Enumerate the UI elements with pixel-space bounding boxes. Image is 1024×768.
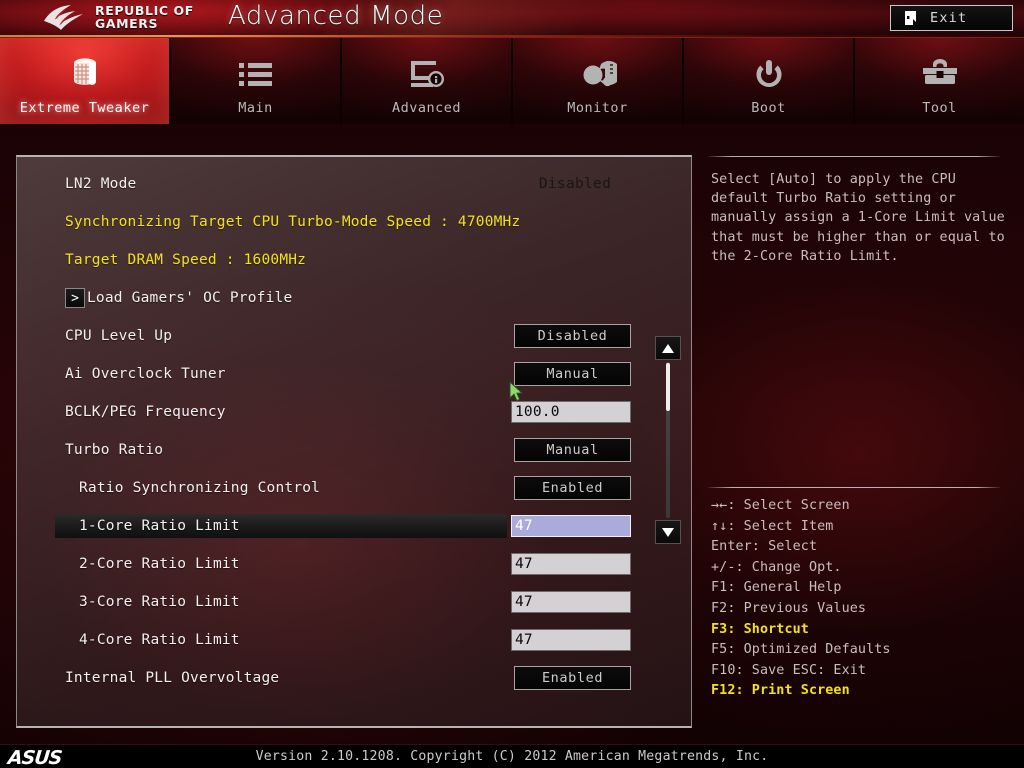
- tab-label: Advanced: [391, 100, 462, 116]
- help-divider-top: [708, 156, 1000, 157]
- legend-item: ↑↓: Select Item: [711, 518, 834, 534]
- gauge-thermometer-icon: [579, 54, 617, 94]
- setting-value-button[interactable]: Disabled: [514, 324, 631, 348]
- status-bar: ASUS Version 2.10.1208. Copyright (C) 20…: [0, 744, 1024, 768]
- legend-item: F5: Optimized Defaults: [711, 642, 891, 658]
- settings-scrollbar[interactable]: [655, 336, 681, 544]
- info-text: Target DRAM Speed : 1600MHz: [65, 252, 307, 268]
- help-panel: Select [Auto] to apply the CPU default T…: [700, 150, 1010, 728]
- tab-label: Monitor: [567, 100, 628, 116]
- setting-label: Turbo Ratio: [65, 442, 164, 458]
- legend-item: Enter: Select: [711, 539, 818, 555]
- setting-row-ratio-synchronizing-control[interactable]: Ratio Synchronizing Control Enabled: [17, 469, 691, 507]
- main-tab-bar: Extreme Tweaker Main Advanced Monitor Bo…: [0, 38, 1024, 124]
- help-divider-middle: [708, 487, 1000, 488]
- exit-door-icon: [905, 11, 916, 25]
- legend-item: F10: Save ESC: Exit: [711, 662, 867, 678]
- setting-value-button[interactable]: Enabled: [514, 476, 631, 500]
- setting-value-static: Disabled: [538, 176, 612, 192]
- tab-boot[interactable]: Boot: [684, 38, 855, 124]
- tab-label: Boot: [751, 100, 786, 116]
- legend-item: +/-: Change Opt.: [711, 559, 842, 575]
- setting-row-ln2-mode[interactable]: LN2 Mode Disabled: [17, 165, 691, 203]
- legend-item: F1: General Help: [711, 580, 842, 596]
- setting-row-internal-pll-overvoltage[interactable]: Internal PLL Overvoltage Enabled: [17, 659, 691, 697]
- scroll-down-button[interactable]: [655, 520, 681, 544]
- version-text: Version 2.10.1208. Copyright (C) 2012 Am…: [255, 749, 769, 764]
- setting-value-button[interactable]: Manual: [514, 362, 631, 386]
- power-icon: [753, 54, 785, 94]
- setting-label: Internal PLL Overvoltage: [65, 670, 280, 686]
- setting-value-button[interactable]: Manual: [514, 438, 631, 462]
- setting-label: Load Gamers' OC Profile: [87, 290, 293, 306]
- legend-item: →←: Select Screen: [711, 498, 850, 513]
- overclock-coil-icon: [65, 54, 105, 94]
- tab-main[interactable]: Main: [171, 38, 342, 124]
- setting-row-4-core-ratio-limit[interactable]: 4-Core Ratio Limit 47: [17, 621, 691, 659]
- setting-value-input[interactable]: 47: [511, 553, 631, 575]
- rog-brand-text: REPUBLIC OF GAMERS: [95, 4, 194, 30]
- tab-advanced[interactable]: Advanced: [342, 38, 513, 124]
- setting-value-input[interactable]: 47: [511, 629, 631, 651]
- legend-item: F2: Previous Values: [711, 600, 867, 616]
- scroll-down-arrow-icon: [662, 527, 674, 537]
- tab-label: Extreme Tweaker: [19, 100, 150, 116]
- exit-button[interactable]: Exit: [890, 5, 1013, 31]
- setting-row-turbo-ratio[interactable]: Turbo Ratio Manual: [17, 431, 691, 469]
- info-row-dram-speed: Target DRAM Speed : 1600MHz: [17, 241, 691, 279]
- setting-value-input[interactable]: 47: [511, 591, 631, 613]
- setting-label: LN2 Mode: [65, 176, 137, 192]
- info-row-cpu-turbo-speed: Synchronizing Target CPU Turbo-Mode Spee…: [17, 203, 691, 241]
- scroll-up-arrow-icon: [662, 343, 674, 353]
- setting-label: Ai Overclock Tuner: [65, 366, 226, 382]
- bios-screen: REPUBLIC OF GAMERS Advanced Mode Exit Ex…: [0, 0, 1024, 768]
- submenu-arrow-icon: >: [65, 288, 85, 308]
- monitor-info-icon: [408, 54, 446, 94]
- keyboard-legend: →←: Select Screen ↑↓: Select Item Enter:…: [711, 496, 1007, 702]
- page-title: Advanced Mode: [228, 1, 444, 31]
- setting-label: 1-Core Ratio Limit: [79, 518, 240, 534]
- settings-panel: LN2 Mode Disabled Synchronizing Target C…: [16, 155, 692, 728]
- setting-label: 2-Core Ratio Limit: [79, 556, 240, 572]
- info-text: Synchronizing Target CPU Turbo-Mode Spee…: [65, 214, 521, 230]
- setting-row-3-core-ratio-limit[interactable]: 3-Core Ratio Limit 47: [17, 583, 691, 621]
- legend-item-print-screen: F12: Print Screen: [711, 683, 850, 699]
- exit-button-label: Exit: [930, 10, 968, 26]
- setting-label: CPU Level Up: [65, 328, 173, 344]
- rog-brand-line2: GAMERS: [95, 16, 159, 31]
- toolbox-icon: [921, 54, 959, 94]
- setting-row-2-core-ratio-limit[interactable]: 2-Core Ratio Limit 47: [17, 545, 691, 583]
- tab-tool[interactable]: Tool: [855, 38, 1024, 124]
- legend-item-shortcut: F3: Shortcut: [711, 621, 809, 637]
- setting-row-cpu-level-up[interactable]: CPU Level Up Disabled: [17, 317, 691, 355]
- tab-label: Main: [238, 100, 273, 116]
- rog-eye-logo-icon: [44, 5, 83, 30]
- tab-monitor[interactable]: Monitor: [513, 38, 684, 124]
- setting-value-input[interactable]: 100.0: [511, 401, 631, 423]
- setting-label: Ratio Synchronizing Control: [79, 480, 321, 496]
- setting-row-1-core-ratio-limit[interactable]: 1-Core Ratio Limit 47: [17, 507, 691, 545]
- tab-extreme-tweaker[interactable]: Extreme Tweaker: [0, 38, 171, 124]
- help-description: Select [Auto] to apply the CPU default T…: [711, 172, 1005, 264]
- tab-label: Tool: [922, 100, 957, 116]
- setting-row-ai-overclock-tuner[interactable]: Ai Overclock Tuner Manual: [17, 355, 691, 393]
- setting-value-button[interactable]: Enabled: [514, 666, 631, 690]
- setting-row-bclk-peg-frequency[interactable]: BCLK/PEG Frequency 100.0: [17, 393, 691, 431]
- setting-value-input[interactable]: 47: [511, 515, 631, 537]
- scrollbar-thumb[interactable]: [666, 363, 670, 411]
- setting-label: 4-Core Ratio Limit: [79, 632, 240, 648]
- rog-logo: REPUBLIC OF GAMERS: [42, 3, 194, 31]
- title-bar: REPUBLIC OF GAMERS Advanced Mode Exit: [0, 0, 1024, 38]
- scroll-up-button[interactable]: [655, 336, 681, 360]
- setting-label: BCLK/PEG Frequency: [65, 404, 226, 420]
- list-bullet-icon: [238, 54, 274, 94]
- setting-label: 3-Core Ratio Limit: [79, 594, 240, 610]
- setting-row-load-gamers-oc-profile[interactable]: > Load Gamers' OC Profile: [17, 279, 691, 317]
